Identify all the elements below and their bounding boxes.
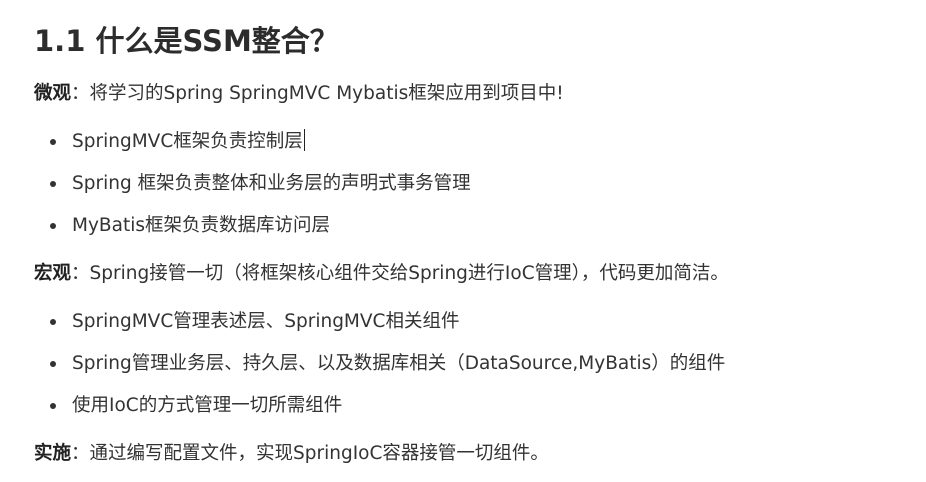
list-item: SpringMVC管理表述层、SpringMVC相关组件 <box>34 307 725 349</box>
list-item: 使用IoC的方式管理一切所需组件 <box>34 391 725 433</box>
bullet-icon <box>50 319 56 325</box>
list-item: MyBatis框架负责数据库访问层 <box>34 211 471 253</box>
macro-label: 宏观 <box>34 263 72 284</box>
bullet-icon <box>50 403 56 409</box>
micro-label: 微观 <box>34 83 72 104</box>
list-item: Spring管理业务层、持久层、以及数据库相关（DataSource,MyBat… <box>34 349 725 391</box>
list-item-text: Spring管理业务层、持久层、以及数据库相关（DataSource,MyBat… <box>72 353 726 374</box>
list-item: SpringMVC框架负责控制层 <box>34 127 471 169</box>
bullet-icon <box>50 223 56 229</box>
macro-paragraph: 宏观：Spring接管一切（将框架核心组件交给Spring进行IoC管理），代码… <box>34 261 729 287</box>
list-item-text: Spring 框架负责整体和业务层的声明式事务管理 <box>72 173 471 194</box>
bullet-icon <box>50 139 56 145</box>
list-item-text: MyBatis框架负责数据库访问层 <box>72 215 330 236</box>
list-item-text: SpringMVC框架负责控制层 <box>72 131 303 152</box>
implementation-text: ：通过编写配置文件，实现SpringIoC容器接管一切组件。 <box>71 443 549 464</box>
micro-paragraph: 微观：将学习的Spring SpringMVC Mybatis框架应用到项目中! <box>34 81 564 107</box>
macro-list: SpringMVC管理表述层、SpringMVC相关组件 Spring管理业务层… <box>34 307 725 433</box>
list-item-text: 使用IoC的方式管理一切所需组件 <box>72 395 343 416</box>
section-heading: 1.1 什么是SSM整合？ <box>34 24 339 58</box>
micro-text: ：将学习的Spring SpringMVC Mybatis框架应用到项目中! <box>71 83 564 104</box>
implementation-label: 实施 <box>34 443 72 464</box>
bullet-icon <box>50 181 56 187</box>
list-item-text: SpringMVC管理表述层、SpringMVC相关组件 <box>72 311 460 332</box>
bullet-icon <box>50 361 56 367</box>
list-item: Spring 框架负责整体和业务层的声明式事务管理 <box>34 169 471 211</box>
implementation-paragraph: 实施：通过编写配置文件，实现SpringIoC容器接管一切组件。 <box>34 441 549 467</box>
micro-list: SpringMVC框架负责控制层 Spring 框架负责整体和业务层的声明式事务… <box>34 127 471 253</box>
macro-text: ：Spring接管一切（将框架核心组件交给Spring进行IoC管理），代码更加… <box>71 263 729 284</box>
text-cursor-icon <box>303 129 305 151</box>
document-page: 1.1 什么是SSM整合？ 微观：将学习的Spring SpringMVC My… <box>0 0 926 482</box>
